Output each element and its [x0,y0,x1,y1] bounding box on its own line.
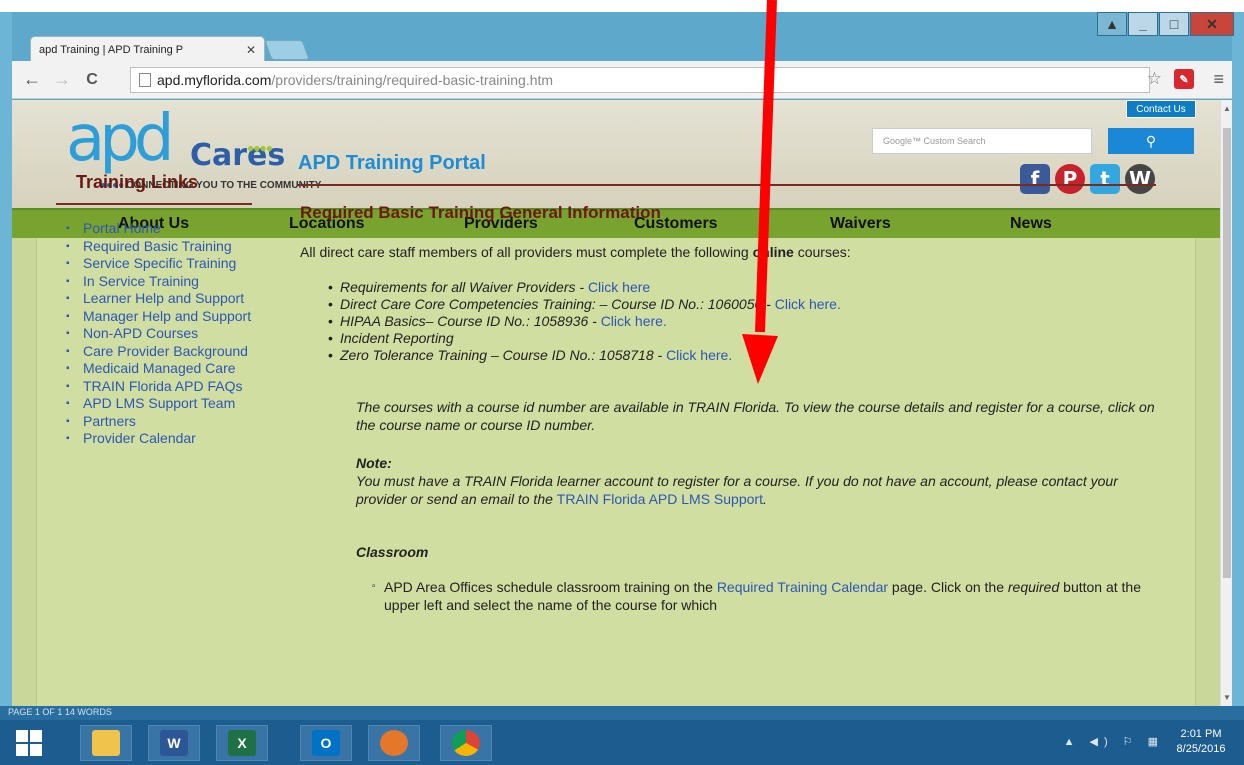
list-item: Direct Care Core Competencies Training: … [328,296,841,313]
forward-button[interactable]: → [52,69,72,90]
sidebar-item-non-apd-courses[interactable]: Non-APD Courses [58,325,268,343]
scroll-up-icon[interactable]: ▲ [1223,104,1231,113]
page-scrollbar[interactable]: ▲ ▼ [1220,100,1232,706]
url-path: /providers/training/required-basic-train… [271,72,554,88]
extension-icon[interactable]: ✎ [1174,69,1194,89]
bullet-icon: ▫ [372,581,376,592]
sidebar-item-portal-home[interactable]: Portal Home [58,220,268,238]
new-tab-button[interactable] [264,40,310,60]
contact-us-button[interactable]: Contact Us [1126,100,1196,118]
note-text: You must have a TRAIN Florida learner ac… [356,473,1118,507]
click-here-link[interactable]: Click here. [775,296,841,312]
browser-menu-icon[interactable]: ≡ [1213,69,1224,90]
excel-button[interactable]: X [216,725,268,761]
firefox-icon [380,730,408,756]
sidebar-item-train-florida-faqs[interactable]: TRAIN Florida APD FAQs [58,378,268,396]
back-button[interactable]: ← [22,69,42,90]
scroll-down-icon[interactable]: ▼ [1223,693,1231,702]
classroom-item: ▫ APD Area Offices schedule classroom tra… [372,579,1141,613]
file-explorer-button[interactable] [80,725,132,761]
nav-news[interactable]: News [1010,215,1052,233]
social-icons: f P t W [1020,164,1155,194]
minimize-button[interactable]: _ [1128,12,1158,36]
browser-toolbar: ← → C apd.myflorida.com /providers/train… [12,61,1232,99]
excel-icon: X [228,730,256,756]
maximize-button[interactable]: □ [1159,12,1189,36]
taskbar: W X O ▲ ◀) ⚐ ▦ 2:01 PM 8/25/2016 [0,720,1244,765]
list-item: Zero Tolerance Training – Course ID No.:… [328,347,841,364]
top-strip [0,0,1244,12]
page-icon [139,73,151,87]
section-heading: Required Basic Training General Informat… [300,203,661,222]
sidebar-item-required-basic-training[interactable]: Required Basic Training [58,238,268,256]
word-icon: W [160,730,188,756]
site-search-input[interactable]: Google™ Custom Search [872,128,1092,154]
sidebar-links: Portal Home Required Basic Training Serv… [58,220,268,448]
firefox-button[interactable] [368,725,420,761]
clock-time: 2:01 PM [1180,728,1222,740]
sidebar-item-learner-help[interactable]: Learner Help and Support [58,290,268,308]
user-profile-icon[interactable]: ▲ [1097,12,1127,36]
clock[interactable]: 2:01 PM 8/25/2016 [1170,727,1232,757]
chrome-icon [452,730,480,756]
classroom-label: Classroom [356,544,429,560]
courses-note: The courses with a course id number are … [356,399,1155,433]
list-item: Requirements for all Waiver Providers - … [328,279,841,296]
wordpress-icon[interactable]: W [1125,164,1155,194]
title-divider [298,184,1156,186]
twitter-icon[interactable]: t [1090,164,1120,194]
page-title: APD Training Portal [298,152,486,174]
sidebar-title: Training Links [76,172,199,192]
sidebar-item-service-specific-training[interactable]: Service Specific Training [58,255,268,273]
sidebar-divider [56,203,252,205]
close-window-button[interactable]: ✕ [1190,12,1234,36]
training-calendar-link[interactable]: Required Training Calendar [717,579,888,595]
tab-title: apd Training | APD Training P [39,43,184,56]
search-button[interactable]: ⚲ [1108,128,1194,154]
word-button[interactable]: W [148,725,200,761]
intro-text: All direct care staff members of all pro… [300,244,851,260]
sidebar-item-partners[interactable]: Partners [58,413,268,431]
click-here-link[interactable]: Click here. [601,313,667,329]
list-item: HIPAA Basics– Course ID No.: 1058936 - C… [328,313,841,330]
nav-waivers[interactable]: Waivers [830,215,891,233]
facebook-icon[interactable]: f [1020,164,1050,194]
logo-apd-text: apd [66,102,174,176]
sidebar-item-care-provider-background[interactable]: Care Provider Background [58,343,268,361]
pinterest-icon[interactable]: P [1055,164,1085,194]
sidebar-item-lms-support-team[interactable]: APD LMS Support Team [58,395,268,413]
sidebar-item-provider-calendar[interactable]: Provider Calendar [58,430,268,448]
list-item: Incident Reporting [328,330,841,347]
bookmark-star-icon[interactable]: ☆ [1147,69,1162,89]
reload-button[interactable]: C [82,71,102,89]
url-host: apd.myflorida.com [157,72,272,88]
search-icon: ⚲ [1145,132,1157,149]
note-label: Note: [356,455,392,471]
screen: ▲ _ □ ✕ apd Training | APD Training P ✕ … [0,0,1244,765]
lms-support-link[interactable]: TRAIN Florida APD LMS Support [557,491,763,507]
outlook-button[interactable]: O [300,725,352,761]
sidebar-item-medicaid-managed-care[interactable]: Medicaid Managed Care [58,360,268,378]
folder-icon [92,730,120,756]
clock-date: 8/25/2016 [1176,743,1226,755]
logo-dots-icon: ●●●● [247,141,273,155]
address-bar[interactable]: apd.myflorida.com /providers/training/re… [130,67,1150,93]
sidebar-item-manager-help[interactable]: Manager Help and Support [58,308,268,326]
start-button-icon[interactable] [16,730,42,756]
click-here-link[interactable]: Click here. [666,347,732,363]
sidebar-item-in-service-training[interactable]: In Service Training [58,273,268,291]
course-list: Requirements for all Waiver Providers - … [328,279,841,364]
status-strip: PAGE 1 OF 1 14 WORDS [0,706,1244,720]
outlook-icon: O [312,730,340,756]
browser-tab[interactable]: apd Training | APD Training P ✕ [30,36,265,62]
chrome-button[interactable] [440,725,492,761]
system-tray-icons[interactable]: ▲ ◀) ⚐ ▦ [1064,735,1164,748]
scrollbar-thumb[interactable] [1223,128,1231,578]
tab-close-icon[interactable]: ✕ [246,43,256,57]
click-here-link[interactable]: Click here [588,279,650,295]
window-controls: ▲ _ □ ✕ [1096,12,1234,38]
